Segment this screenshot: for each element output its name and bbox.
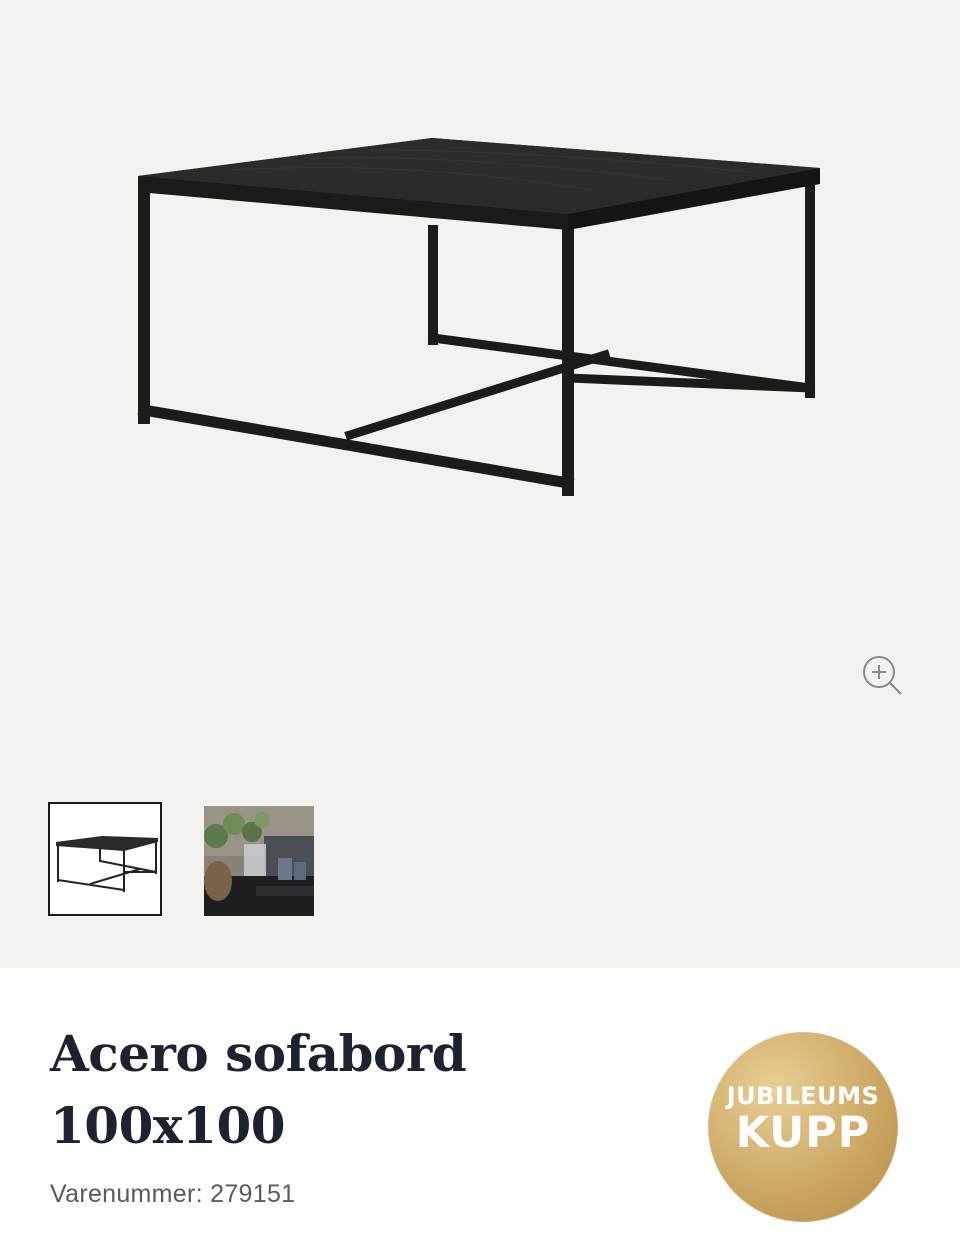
badge-line2: KUPP	[735, 1108, 871, 1158]
zoom-icon[interactable]	[855, 652, 907, 700]
jubileums-kupp-badge: JUBILEUMS KUPP	[708, 1032, 898, 1222]
product-title-line1: Acero sofabord	[50, 1024, 467, 1083]
thumbnail-strip	[48, 802, 314, 916]
product-sku: Varenummer: 279151	[50, 1180, 296, 1208]
product-title-line2: 100x100	[50, 1096, 286, 1155]
product-title: Acero sofabord 100x100	[50, 1018, 610, 1162]
badge-line1: JUBILEUMS	[726, 1082, 880, 1110]
product-main-image[interactable]	[110, 110, 850, 530]
thumbnail-2-lifestyle[interactable]	[204, 806, 314, 916]
thumbnail-table-image	[56, 836, 158, 892]
product-image-gallery	[0, 0, 960, 968]
thumbnail-lifestyle-image	[204, 806, 314, 916]
thumbnail-1-selected[interactable]	[48, 802, 162, 916]
product-info: Acero sofabord 100x100 Varenummer: 27915…	[0, 968, 960, 1234]
